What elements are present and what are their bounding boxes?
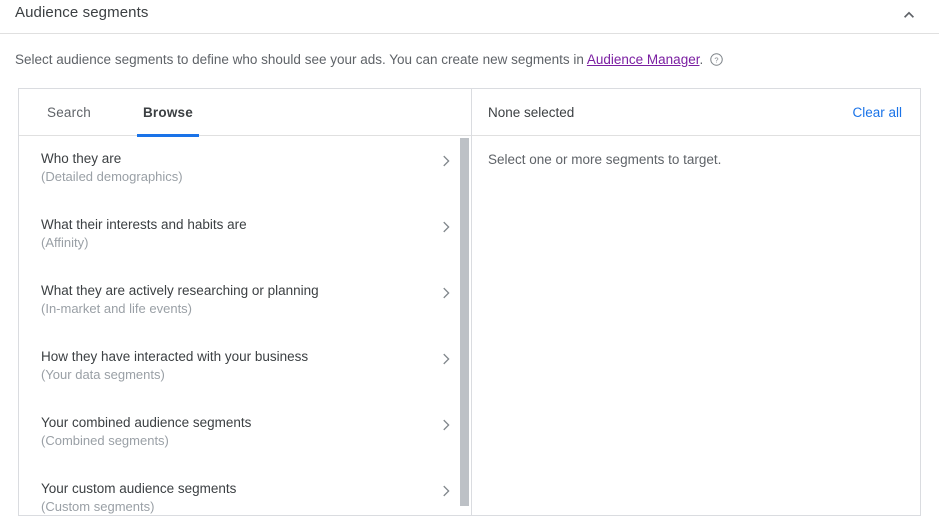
list-item-subtitle: (In-market and life events) <box>41 301 193 316</box>
tab-bar: Search Browse <box>19 89 471 137</box>
description-text-after: . <box>699 52 704 67</box>
list-item-subtitle: (Custom segments) <box>41 499 155 514</box>
audience-segments-panel: Audience segments Select audience segmen… <box>0 0 939 529</box>
list-item-subtitle: (Your data segments) <box>41 367 165 382</box>
segment-list: Who they are (Detailed demographics) Wha… <box>19 136 471 515</box>
chevron-right-icon <box>437 416 455 434</box>
audience-manager-link[interactable]: Audience Manager <box>587 52 700 67</box>
segment-list-viewport: Who they are (Detailed demographics) Wha… <box>19 136 471 515</box>
page-title: Audience segments <box>15 4 149 21</box>
browse-pane: Search Browse Who they are (Detailed dem… <box>19 89 472 515</box>
selected-count-label: None selected <box>488 104 575 120</box>
chevron-right-icon <box>437 350 455 368</box>
scrollbar-track[interactable] <box>458 136 471 515</box>
list-item[interactable]: Your custom audience segments (Custom se… <box>19 466 471 515</box>
selection-header: None selected Clear all <box>472 89 920 136</box>
list-item[interactable]: How they have interacted with your busin… <box>19 334 471 400</box>
svg-text:?: ? <box>715 55 719 64</box>
tab-search-label: Search <box>47 105 91 120</box>
chevron-right-icon <box>437 284 455 302</box>
selection-body: Select one or more segments to target. <box>472 136 920 167</box>
list-item-title: Who they are <box>41 151 122 166</box>
list-item-subtitle: (Detailed demographics) <box>41 169 183 184</box>
list-item[interactable]: Your combined audience segments (Combine… <box>19 400 471 466</box>
selection-pane: None selected Clear all Select one or mo… <box>472 89 920 515</box>
description: Select audience segments to define who s… <box>15 50 724 70</box>
list-item-title: What they are actively researching or pl… <box>41 283 319 298</box>
segments-card: Search Browse Who they are (Detailed dem… <box>18 88 921 516</box>
list-item-title: Your combined audience segments <box>41 415 252 430</box>
list-item-subtitle: (Affinity) <box>41 235 89 250</box>
empty-state-message: Select one or more segments to target. <box>488 152 722 167</box>
chevron-up-icon[interactable] <box>891 0 927 30</box>
list-item-subtitle: (Combined segments) <box>41 433 169 448</box>
tab-browse-label: Browse <box>142 105 193 120</box>
tab-browse[interactable]: Browse <box>136 89 199 137</box>
chevron-right-icon <box>437 218 455 236</box>
tab-search[interactable]: Search <box>41 89 97 136</box>
clear-all-button[interactable]: Clear all <box>852 105 902 120</box>
chevron-right-icon <box>437 482 455 500</box>
list-item[interactable]: Who they are (Detailed demographics) <box>19 136 471 202</box>
help-circle-icon[interactable]: ? <box>709 52 724 67</box>
section-header: Audience segments <box>0 0 939 34</box>
chevron-right-icon <box>437 152 455 170</box>
list-item-title: Your custom audience segments <box>41 481 237 496</box>
list-item[interactable]: What they are actively researching or pl… <box>19 268 471 334</box>
scrollbar-thumb[interactable] <box>460 138 469 506</box>
description-text-before: Select audience segments to define who s… <box>15 52 587 67</box>
list-item-title: What their interests and habits are <box>41 217 247 232</box>
list-item-title: How they have interacted with your busin… <box>41 349 309 364</box>
list-item[interactable]: What their interests and habits are (Aff… <box>19 202 471 268</box>
